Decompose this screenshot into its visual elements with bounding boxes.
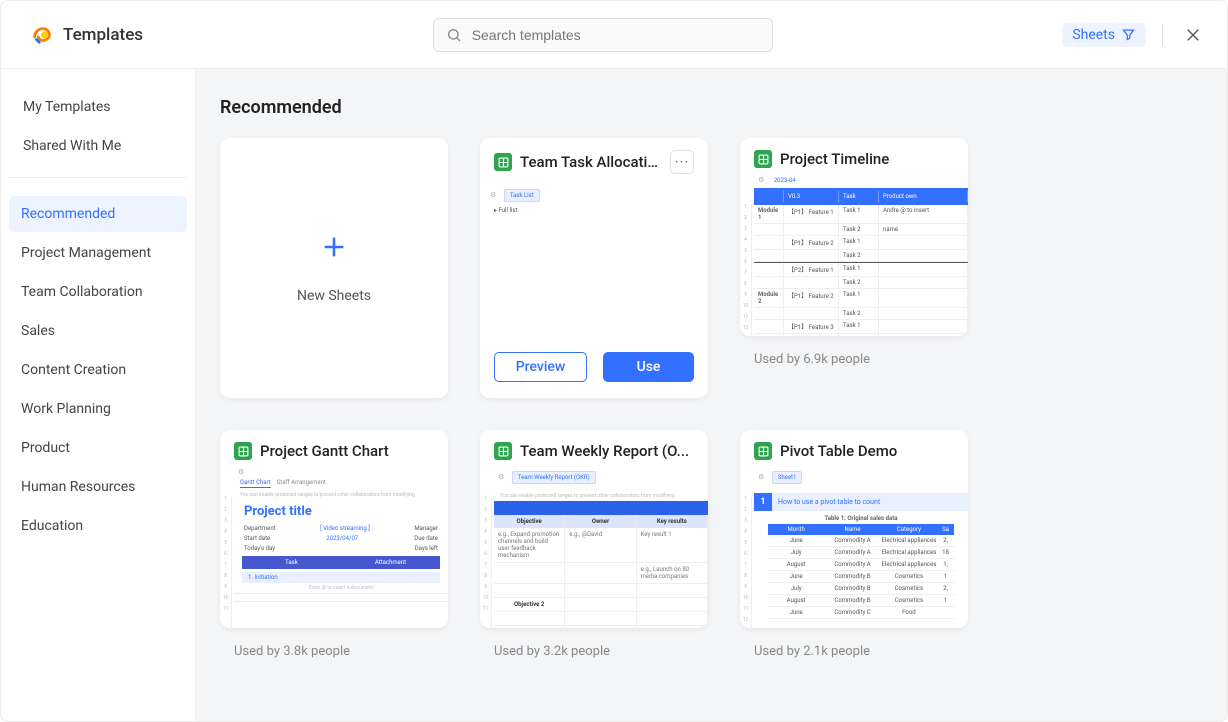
close-button[interactable] (1179, 21, 1207, 49)
card-title: Pivot Table Demo (780, 442, 954, 460)
sidebar-item-product[interactable]: Product (9, 430, 187, 466)
use-button[interactable]: Use (603, 352, 694, 382)
divider (1162, 24, 1163, 46)
sidebar-item-work-planning[interactable]: Work Planning (9, 391, 187, 427)
sheets-icon (494, 153, 512, 171)
sidebar-item-shared-with-me[interactable]: Shared With Me (11, 128, 185, 164)
sidebar-item-education[interactable]: Education (9, 508, 187, 544)
sidebar: My Templates Shared With Me Recommended … (1, 69, 196, 721)
sheets-icon (754, 150, 772, 168)
sidebar-item-team-collaboration[interactable]: Team Collaboration (9, 274, 187, 310)
page-title: Templates (63, 25, 143, 45)
usage-label: Used by 3.2k people (480, 634, 708, 659)
template-card-project-timeline[interactable]: Project Timeline 12345678910111213 ⚙ 202… (740, 138, 968, 336)
sheets-icon (494, 442, 512, 460)
header-actions: Sheets (1062, 21, 1207, 49)
card-title: Project Timeline (780, 150, 954, 168)
card-thumbnail: 1234567891011 ⚙ Team Weekly Report (OKR)… (480, 468, 708, 628)
main-content: Recommended New Sheets Team Task Allo (196, 69, 1227, 721)
card-menu-button[interactable]: ··· (670, 150, 694, 174)
preview-button[interactable]: Preview (494, 352, 587, 382)
sidebar-item-human-resources[interactable]: Human Resources (9, 469, 187, 505)
template-card-pivot-table-demo[interactable]: Pivot Table Demo 12345678910111213 ⚙ She… (740, 430, 968, 628)
new-sheets-card[interactable]: New Sheets (220, 138, 448, 398)
sidebar-item-sales[interactable]: Sales (9, 313, 187, 349)
sheets-icon (754, 442, 772, 460)
sidebar-item-recommended[interactable]: Recommended (9, 196, 187, 232)
card-title: Project Gantt Chart (260, 442, 434, 460)
close-icon (1184, 26, 1202, 44)
sheets-icon (234, 442, 252, 460)
sidebar-item-project-management[interactable]: Project Management (9, 235, 187, 271)
template-card-project-gantt-chart[interactable]: Project Gantt Chart 1234567891011 ⚙ Gant… (220, 430, 448, 628)
template-card-team-weekly-report[interactable]: Team Weekly Report (O... 1234567891011 ⚙… (480, 430, 708, 628)
search-icon (446, 27, 462, 43)
card-title: Team Task Allocation (520, 153, 662, 171)
search-field[interactable] (472, 27, 760, 43)
usage-label: Used by 2.1k people (740, 634, 968, 659)
usage-label: Used by 6.9k people (740, 342, 968, 367)
header: Templates Sheets (1, 1, 1227, 69)
template-grid: New Sheets Team Task Allocation ··· (220, 138, 1203, 659)
dots-icon: ··· (675, 153, 690, 171)
new-sheets-label: New Sheets (297, 288, 371, 304)
card-thumbnail: 12345678910111213 ⚙ Sheet1 1How to use a… (740, 468, 968, 628)
template-card-team-task-allocation[interactable]: Team Task Allocation ··· ⚙ Task List ▸ F… (480, 138, 708, 398)
filter-chip-sheets[interactable]: Sheets (1062, 23, 1146, 47)
search-input[interactable] (433, 18, 773, 52)
filter-icon (1121, 27, 1136, 42)
section-title: Recommended (220, 97, 1203, 118)
brand: Templates (31, 24, 143, 46)
filter-chip-label: Sheets (1072, 27, 1115, 43)
card-title: Team Weekly Report (O... (520, 442, 694, 460)
sidebar-item-content-creation[interactable]: Content Creation (9, 352, 187, 388)
plus-icon (319, 232, 349, 262)
usage-label: Used by 3.8k people (220, 634, 448, 659)
card-thumbnail: 1234567891011 ⚙ Gantt ChartStaff Arrange… (220, 468, 448, 628)
card-thumbnail: ⚙ Task List ▸ Full list (480, 182, 708, 342)
app-logo-icon (31, 24, 53, 46)
card-thumbnail: 12345678910111213 ⚙ 2023-04 V0.3 Task Pr… (740, 176, 968, 336)
sidebar-item-my-templates[interactable]: My Templates (11, 89, 185, 125)
